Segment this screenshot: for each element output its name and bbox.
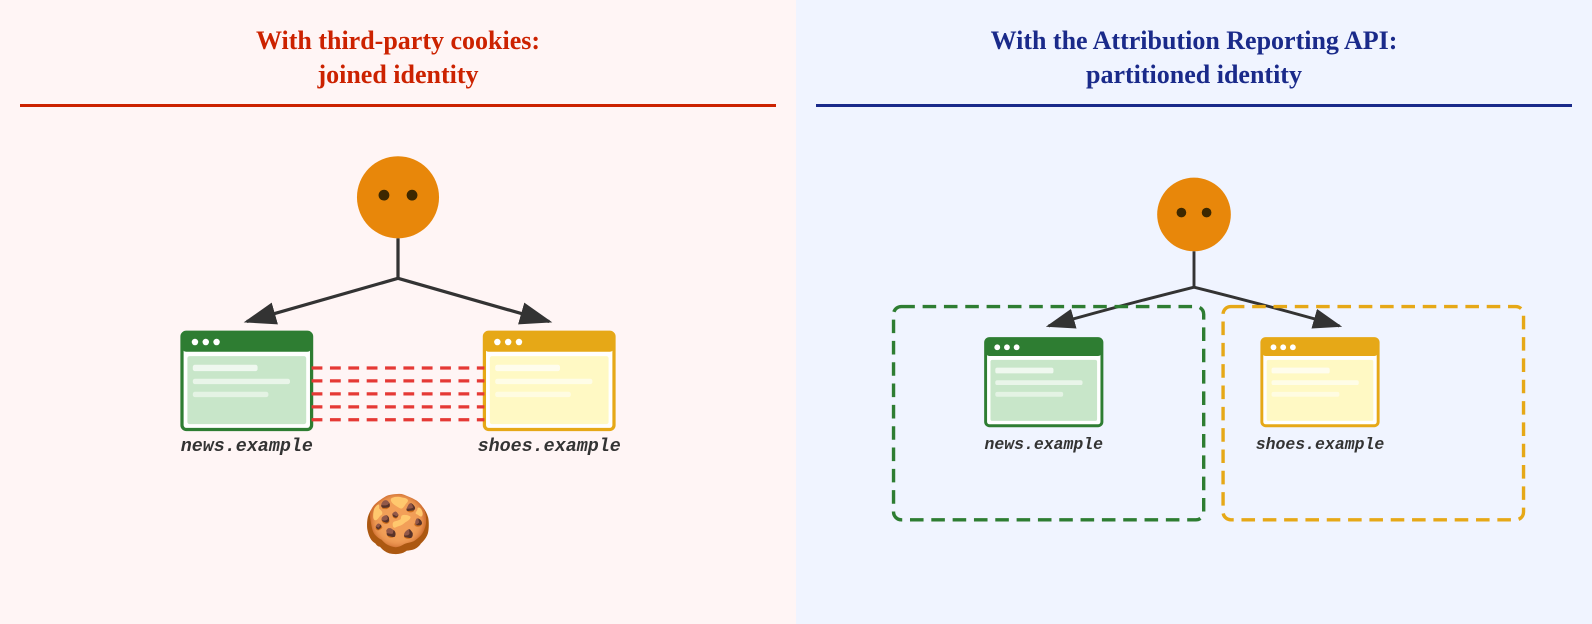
right-news-label: news.example xyxy=(984,435,1103,454)
left-title-line2: joined identity xyxy=(256,58,540,92)
right-divider xyxy=(816,104,1572,107)
right-title-line2: partitioned identity xyxy=(991,58,1398,92)
left-title-line1: With third-party cookies: xyxy=(256,24,540,58)
right-diagram: news.example shoes.example xyxy=(816,125,1572,604)
right-title-line1: With the Attribution Reporting API: xyxy=(991,24,1398,58)
left-divider xyxy=(20,104,776,107)
left-title: With third-party cookies: joined identit… xyxy=(256,24,540,92)
right-panel: With the Attribution Reporting API: part… xyxy=(796,0,1592,624)
person-head-right xyxy=(1157,177,1231,251)
cookie-icon: 🍪 xyxy=(363,491,433,555)
right-shoes-label: shoes.example xyxy=(1256,435,1385,454)
person-head-left xyxy=(357,156,439,238)
right-title: With the Attribution Reporting API: part… xyxy=(991,24,1398,92)
left-shoes-label: shoes.example xyxy=(478,436,621,457)
left-news-label: news.example xyxy=(181,436,313,457)
left-diagram: news.example shoes.example 🍪 xyxy=(20,125,776,604)
left-panel: With third-party cookies: joined identit… xyxy=(0,0,796,624)
